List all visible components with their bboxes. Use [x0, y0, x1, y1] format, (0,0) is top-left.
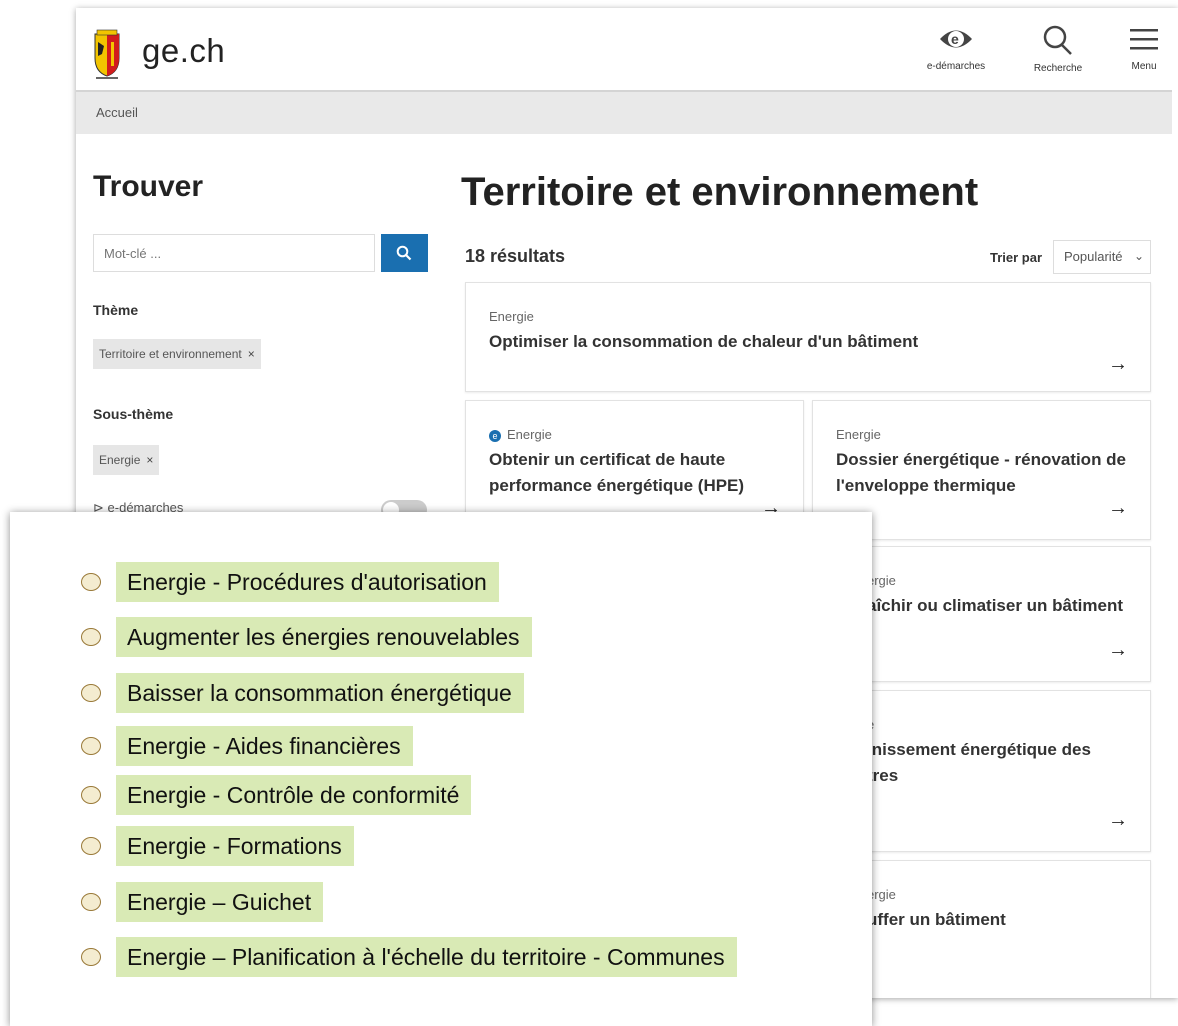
option-label[interactable]: Energie - Contrôle de conformité	[116, 775, 472, 815]
theme-chip-label: Territoire et environnement	[99, 347, 242, 361]
menu-button[interactable]: Menu	[1124, 24, 1164, 72]
soustheme-chip-label: Energie	[99, 453, 141, 467]
theme-filter-chip[interactable]: Territoire et environnement ×	[93, 339, 261, 369]
edemarches-label: e-démarches	[926, 61, 986, 72]
breadcrumb: Accueil	[76, 90, 1172, 134]
card-category: e Energie	[489, 427, 552, 442]
option-label[interactable]: Energie - Aides financières	[116, 726, 413, 766]
sort-label: Trier par	[990, 250, 1043, 265]
arrow-right-icon: →	[1108, 809, 1128, 831]
close-icon[interactable]: ×	[248, 347, 255, 361]
result-card[interactable]: Energie Optimiser la consommation de cha…	[465, 282, 1151, 392]
card-title-line2: tres	[867, 766, 899, 785]
card-title: Obtenir un certificat de haute performan…	[489, 450, 745, 495]
edemarches-button[interactable]: e e-démarches	[918, 24, 994, 72]
search-icon	[396, 245, 412, 261]
search-icon	[1043, 25, 1072, 55]
sidebar-title: Trouver	[93, 170, 204, 203]
card-title: inissement énergétique des	[867, 740, 1091, 759]
soustheme-filter-label: Sous-thème	[93, 406, 174, 422]
card-title: uffer un bâtiment	[867, 910, 1006, 929]
card-title: aîchir ou climatiser un bâtiment	[867, 596, 1124, 615]
search-submit-button[interactable]	[381, 234, 428, 272]
edemarches-icon: e	[940, 30, 972, 48]
sort-select-value: Popularité	[1064, 249, 1123, 264]
option-label[interactable]: Energie – Planification à l'échelle du t…	[116, 937, 737, 977]
option-label[interactable]: Energie - Formations	[116, 826, 354, 866]
option-label[interactable]: Baisser la consommation énergétique	[116, 673, 524, 713]
option-label[interactable]: Energie – Guichet	[116, 882, 324, 922]
results-count: 18 résultats	[465, 246, 566, 266]
radio-button[interactable]	[81, 684, 101, 702]
card-category: Energie	[489, 309, 534, 324]
sort-select[interactable]: Popularité ⌄	[1053, 240, 1151, 274]
recherche-label: Recherche	[1033, 63, 1083, 74]
page-title: Territoire et environnement	[461, 170, 979, 214]
radio-button[interactable]	[81, 786, 101, 804]
radio-button[interactable]	[81, 948, 101, 966]
card-category: Energie	[836, 427, 881, 442]
edemarches-icon: e	[489, 429, 501, 442]
site-header: ge.ch e e-démarches Recherche Menu	[76, 8, 1178, 90]
option-label[interactable]: Energie - Procédures d'autorisation	[116, 562, 499, 602]
radio-button[interactable]	[81, 628, 101, 646]
arrow-right-icon: →	[1108, 497, 1128, 519]
card-title: Dossier énergétique - rénovation de l'en…	[836, 450, 1127, 495]
soustheme-filter-chip[interactable]: Energie ×	[93, 445, 160, 475]
keyword-search-input[interactable]	[93, 234, 375, 272]
breadcrumb-accueil[interactable]: Accueil	[96, 105, 138, 120]
radio-button[interactable]	[81, 573, 101, 591]
radio-button[interactable]	[81, 737, 101, 755]
arrow-right-icon: →	[1108, 639, 1128, 661]
arrow-right-icon: →	[1108, 353, 1128, 375]
radio-button[interactable]	[81, 837, 101, 855]
recherche-button[interactable]: Recherche	[1028, 24, 1088, 74]
site-brand[interactable]: ge.ch	[142, 32, 225, 70]
close-icon[interactable]: ×	[146, 453, 153, 467]
hamburger-icon	[1130, 29, 1158, 50]
card-title: Optimiser la consommation de chaleur d'u…	[489, 332, 919, 351]
svg-text:e: e	[951, 31, 959, 47]
geneva-crest-logo[interactable]	[92, 28, 122, 80]
menu-label: Menu	[1131, 61, 1157, 72]
subtheme-options-panel: Energie - Procédures d'autorisation Augm…	[10, 512, 872, 1026]
chevron-down-icon: ⌄	[1133, 249, 1144, 263]
radio-button[interactable]	[81, 893, 101, 911]
theme-filter-label: Thème	[93, 302, 139, 318]
option-label[interactable]: Augmenter les énergies renouvelables	[116, 617, 532, 657]
